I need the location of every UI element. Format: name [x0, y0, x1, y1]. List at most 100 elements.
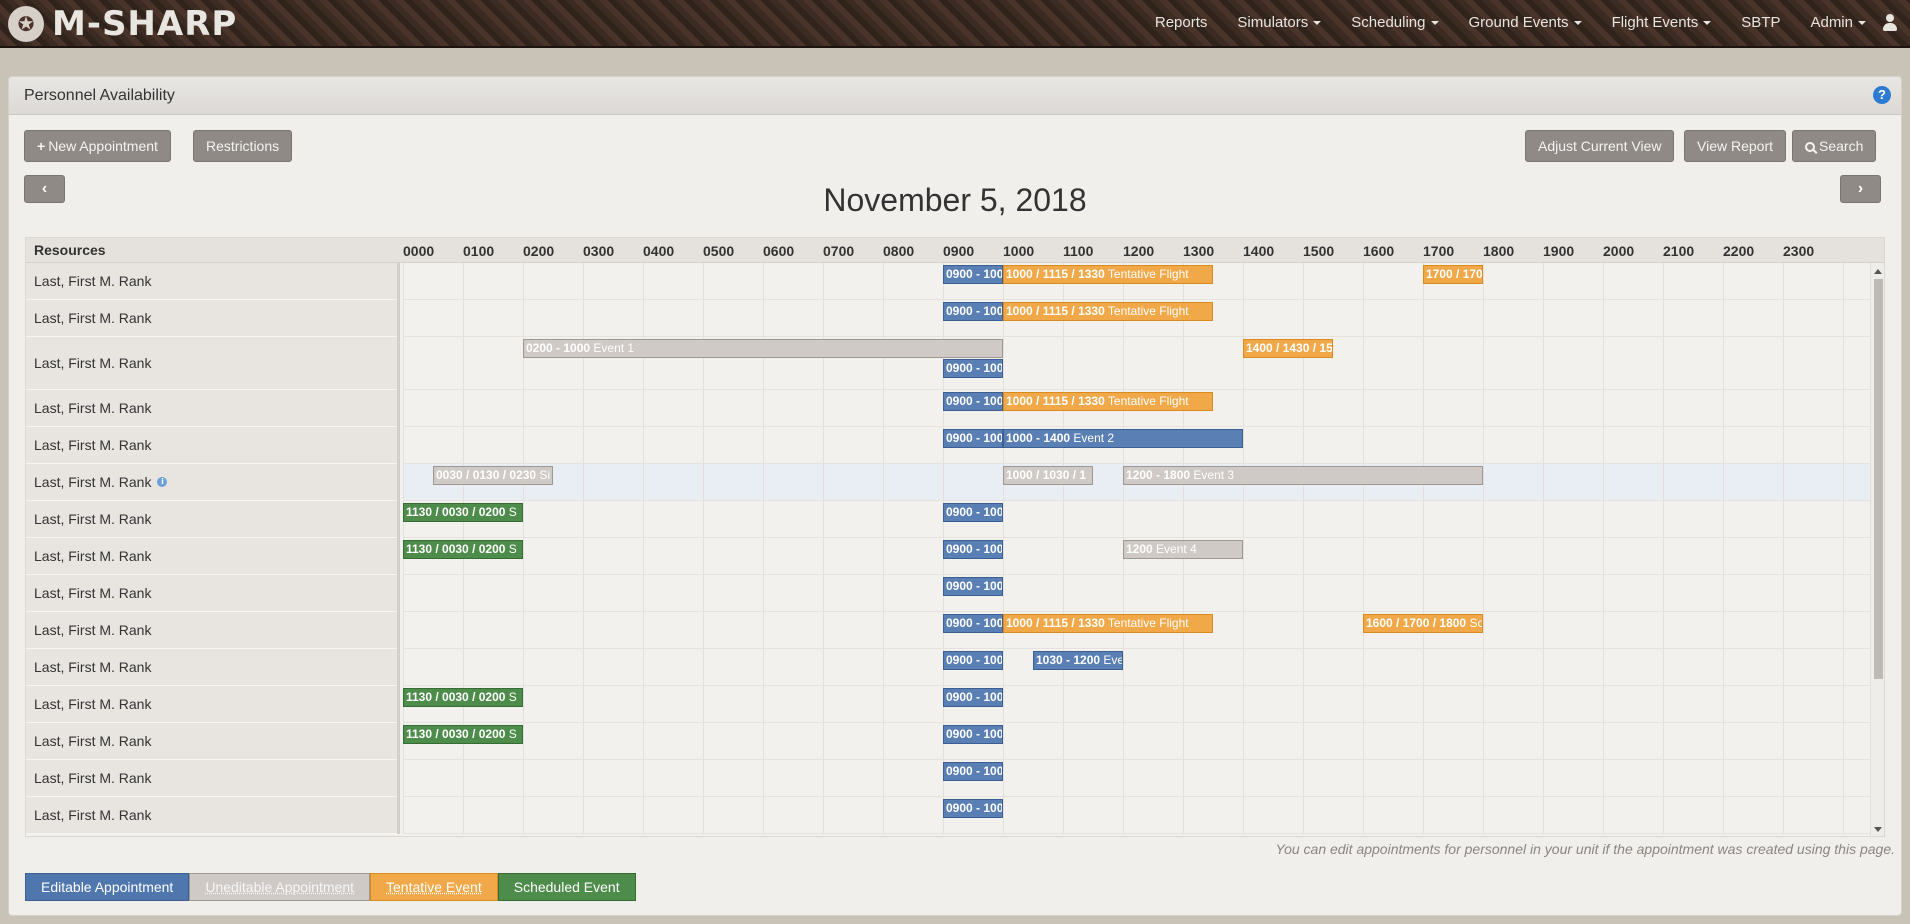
timeline-row[interactable]: 1130 / 0030 / 0200 S 0900 - 100 — [403, 686, 1870, 723]
event-block[interactable]: 0900 - 100 — [943, 614, 1003, 633]
user-icon[interactable] — [1882, 14, 1898, 32]
event-block[interactable]: 0900 - 100 — [943, 799, 1003, 818]
next-day-button[interactable]: › — [1840, 175, 1881, 203]
event-block[interactable]: 1400 / 1430 / 15 — [1243, 339, 1333, 358]
event-block[interactable]: 1030 - 1200 Eve — [1033, 651, 1123, 670]
event-block[interactable]: 1000 / 1115 / 1330 Tentative Flight — [1003, 392, 1213, 411]
event-block[interactable]: 0900 - 100 — [943, 725, 1003, 744]
nav-admin[interactable]: Admin — [1810, 14, 1866, 31]
event-time: 0900 - 100 — [946, 764, 1003, 778]
scroll-down-icon[interactable] — [1874, 827, 1882, 832]
legend-scheduled-event: Scheduled Event — [497, 873, 636, 901]
event-block[interactable]: 0900 - 100 — [943, 503, 1003, 522]
hour-header: 0000 0100 0200 0300 0400 0500 0600 0700 0800 0900… — [400, 238, 1884, 263]
info-icon[interactable]: i — [157, 477, 168, 487]
event-block[interactable]: 0900 - 100 — [943, 302, 1003, 321]
nav-reports[interactable]: Reports — [1155, 14, 1208, 31]
nav-ground-events[interactable]: Ground Events — [1469, 14, 1582, 31]
resource-label: Last, First M. Rank — [34, 273, 152, 289]
event-time: 1130 / 0030 / 0200 — [406, 505, 506, 519]
search-button[interactable]: Search — [1792, 130, 1877, 162]
event-block[interactable]: 1000 / 1115 / 1330 Tentative Flight — [1003, 614, 1213, 633]
event-time: 1200 - 1800 — [1126, 468, 1191, 482]
event-block[interactable]: 1200 - 1800 Event 3 — [1123, 466, 1483, 485]
event-block[interactable]: 0900 - 100 — [943, 392, 1003, 411]
nav-label: Simulators — [1237, 13, 1309, 31]
timeline-row[interactable]: 0900 - 100 — [403, 575, 1870, 612]
timeline-row[interactable]: 0900 - 100 1000 / 1115 / 1330 Tentative F… — [403, 300, 1870, 337]
timeline-row[interactable]: 1130 / 0030 / 0200 S 0900 - 100 — [403, 723, 1870, 760]
event-block[interactable]: 1130 / 0030 / 0200 S — [403, 503, 523, 522]
event-block[interactable]: 0900 - 100 — [943, 577, 1003, 596]
event-block[interactable]: 0900 - 100 — [943, 359, 1003, 378]
vertical-scrollbar[interactable] — [1870, 263, 1884, 836]
event-block[interactable]: 0900 - 100 — [943, 540, 1003, 559]
event-time: 1200 — [1126, 542, 1153, 556]
panel-heading: Personnel Availability ? — [9, 77, 1901, 115]
event-title: Tentative Flight — [1107, 304, 1189, 318]
view-report-button[interactable]: View Report — [1684, 130, 1787, 162]
hour-label: 0700 — [823, 243, 855, 259]
event-block[interactable]: 0900 - 100 — [943, 762, 1003, 781]
nav-flight-events[interactable]: Flight Events — [1612, 14, 1712, 31]
resource-name: Last, First M. Rank — [26, 538, 397, 575]
timeline-row[interactable]: 0200 - 1000 Event 1 1400 / 1430 / 15 0900 … — [403, 337, 1870, 390]
new-appointment-button[interactable]: + New Appointment — [24, 130, 171, 162]
help-icon[interactable]: ? — [1873, 86, 1891, 104]
caret-down-icon — [1703, 20, 1712, 25]
event-block[interactable]: 0900 - 100 — [943, 429, 1003, 448]
nav-sbtp[interactable]: SBTP — [1741, 14, 1780, 31]
event-time: 1130 / 0030 / 0200 — [406, 690, 506, 704]
event-block[interactable]: 1200 Event 4 — [1123, 540, 1243, 559]
timeline-row[interactable]: 0900 - 100 — [403, 760, 1870, 797]
resource-label: Last, First M. Rank — [34, 770, 152, 786]
nav-scheduling[interactable]: Scheduling — [1351, 14, 1439, 31]
panel-title: Personnel Availability — [24, 87, 175, 104]
event-block[interactable]: 1000 - 1400 Event 2 — [1003, 429, 1243, 448]
event-title: Si — [539, 468, 551, 482]
event-time: 0900 - 100 — [946, 304, 1003, 318]
timeline-row[interactable]: 0900 - 100 1000 / 1115 / 1330 Tentative F… — [403, 612, 1870, 649]
hour-label: 0900 — [943, 243, 975, 259]
scroll-thumb[interactable] — [1874, 279, 1883, 679]
brand-logo[interactable]: ✪ M-SHARP — [8, 2, 237, 46]
timeline-row[interactable]: 1130 / 0030 / 0200 S 0900 - 100 — [403, 501, 1870, 538]
event-block[interactable]: 0900 - 100 — [943, 651, 1003, 670]
scroll-up-icon[interactable] — [1874, 269, 1882, 274]
timeline-row[interactable]: 0900 - 100 — [403, 797, 1870, 834]
event-time: 0900 - 100 — [946, 690, 1003, 704]
timeline-row[interactable]: 0900 - 100 1000 / 1115 / 1330 Tentative F… — [403, 263, 1870, 300]
event-block[interactable]: 1130 / 0030 / 0200 S — [403, 725, 523, 744]
adjust-current-view-button[interactable]: Adjust Current View — [1525, 130, 1675, 162]
nav-simulators[interactable]: Simulators — [1237, 13, 1322, 31]
event-block[interactable]: 1000 / 1115 / 1330 Tentative Flight — [1003, 302, 1213, 321]
restrictions-button[interactable]: Restrictions — [193, 130, 293, 162]
event-time: 0900 - 100 — [946, 579, 1003, 593]
event-block[interactable]: 1700 / 170 — [1423, 265, 1483, 284]
timeline-row[interactable]: 0030 / 0130 / 0230 Si 1000 / 1030 / 1 1200… — [403, 464, 1870, 501]
event-block[interactable]: 1000 / 1115 / 1330 Tentative Flight — [1003, 265, 1213, 284]
event-block[interactable]: 1000 / 1030 / 1 — [1003, 466, 1093, 485]
resource-label: Last, First M. Rank — [34, 733, 152, 749]
timeline-row[interactable]: 0900 - 100 1030 - 1200 Eve — [403, 649, 1870, 686]
event-block[interactable]: 0030 / 0130 / 0230 Si — [433, 466, 553, 485]
event-block[interactable]: 1130 / 0030 / 0200 S — [403, 540, 523, 559]
event-block[interactable]: 0200 - 1000 Event 1 — [523, 339, 1003, 358]
event-time: 0200 - 1000 — [526, 341, 591, 355]
resource-label: Last, First M. Rank — [34, 437, 152, 453]
event-block[interactable]: 0900 - 100 — [943, 265, 1003, 284]
event-block[interactable]: 0900 - 100 — [943, 688, 1003, 707]
event-title: Sc — [1469, 616, 1483, 630]
timeline-row[interactable]: 0900 - 100 1000 - 1400 Event 2 — [403, 427, 1870, 464]
resource-name: Last, First M. Rank — [26, 501, 397, 538]
event-time: 0900 - 100 — [946, 394, 1003, 408]
hour-label: 0600 — [763, 243, 795, 259]
event-block[interactable]: 1130 / 0030 / 0200 S — [403, 688, 523, 707]
event-time: 1000 - 1400 — [1006, 431, 1071, 445]
resource-label: Last, First M. Rank — [34, 355, 152, 371]
search-icon — [1805, 142, 1815, 152]
resource-name: Last, First M. Rank — [26, 723, 397, 760]
timeline-row[interactable]: 0900 - 100 1000 / 1115 / 1330 Tentative F… — [403, 390, 1870, 427]
event-block[interactable]: 1600 / 1700 / 1800 Sc — [1363, 614, 1483, 633]
timeline-row[interactable]: 1130 / 0030 / 0200 S 0900 - 100 1200 Event… — [403, 538, 1870, 575]
